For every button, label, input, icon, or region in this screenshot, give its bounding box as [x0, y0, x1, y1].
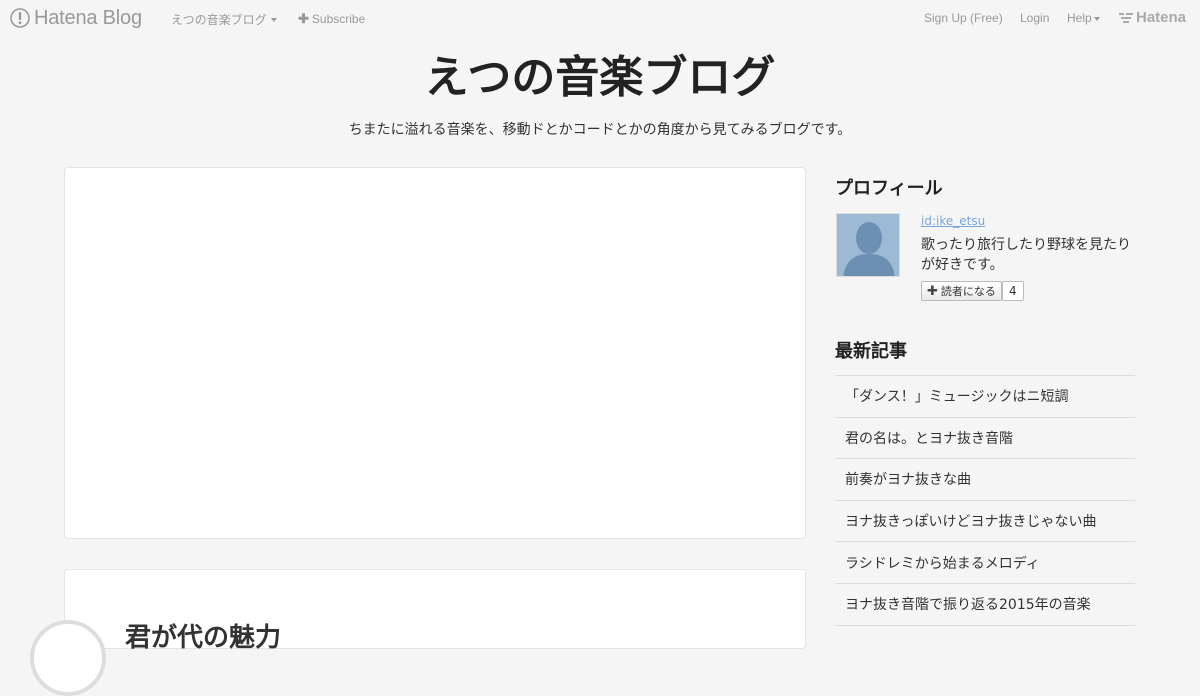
login-link[interactable]: Login: [1020, 11, 1049, 25]
recent-posts-list: 「ダンス！」ミュージックはニ短調 君の名は。とヨナ抜き音階 前奏がヨナ抜きな曲 …: [835, 375, 1135, 626]
recent-post-item[interactable]: 「ダンス！」ミュージックはニ短調: [835, 376, 1135, 418]
user-silhouette-icon: [837, 214, 899, 276]
recent-post-item[interactable]: ヨナ抜き音階で振り返る2015年の音楽: [835, 584, 1135, 626]
entry-date-badge: [30, 620, 106, 696]
logo-text: Hatena Blog: [34, 6, 142, 29]
profile-description: 歌ったり旅行したり野球を見たりが好きです。: [921, 237, 1131, 273]
chevron-down-icon: [1093, 16, 1100, 21]
recent-post-item[interactable]: 君の名は。とヨナ抜き音階: [835, 418, 1135, 460]
plus-icon: ✚: [298, 11, 309, 26]
help-label: Help: [1067, 11, 1092, 25]
blog-title[interactable]: えつの音楽ブログ: [0, 48, 1200, 108]
entry-title[interactable]: 君が代の魅力: [125, 617, 281, 654]
plus-icon: ✚: [927, 283, 938, 299]
signup-link[interactable]: Sign Up (Free): [924, 11, 1003, 25]
hatena-mark-icon: [1119, 12, 1133, 23]
blog-description: ちまたに溢れる音楽を、移動ドとかコードとかの角度から見てみるブログです。: [348, 122, 852, 138]
help-dropdown[interactable]: Help: [1067, 11, 1100, 25]
recent-post-item[interactable]: 前奏がヨナ抜きな曲: [835, 459, 1135, 501]
chevron-down-icon: [270, 18, 277, 22]
recent-posts-heading: 最新記事: [835, 341, 907, 362]
reader-button-label: 読者になる: [940, 285, 996, 298]
hatena-logo[interactable]: Hatena: [1119, 9, 1186, 26]
subscribe-reader-button[interactable]: ✚ 読者になる: [921, 281, 1002, 301]
subscribe-label: Subscribe: [311, 12, 366, 26]
hatena-label: Hatena: [1136, 9, 1187, 26]
blog-menu-dropdown[interactable]: えつの音楽ブログ: [171, 11, 277, 28]
recent-post-item[interactable]: ヨナ抜きっぽいけどヨナ抜きじゃない曲: [835, 501, 1135, 543]
avatar[interactable]: [836, 213, 900, 277]
hatena-blog-logo-icon: [10, 8, 30, 28]
subscribe-button[interactable]: ✚ Subscribe: [298, 11, 365, 27]
hatena-blog-logo[interactable]: Hatena Blog: [10, 6, 142, 30]
profile-heading: プロフィール: [835, 178, 943, 199]
main-content-box: [64, 167, 806, 539]
reader-count-badge: 4: [1002, 281, 1024, 301]
global-header: Hatena Blog えつの音楽ブログ ✚ Subscribe Sign Up…: [0, 0, 1200, 36]
profile-id-link[interactable]: id:ike_etsu: [921, 214, 985, 228]
recent-post-item[interactable]: ラシドレミから始まるメロディ: [835, 542, 1135, 584]
blog-menu-label: えつの音楽ブログ: [171, 13, 267, 27]
